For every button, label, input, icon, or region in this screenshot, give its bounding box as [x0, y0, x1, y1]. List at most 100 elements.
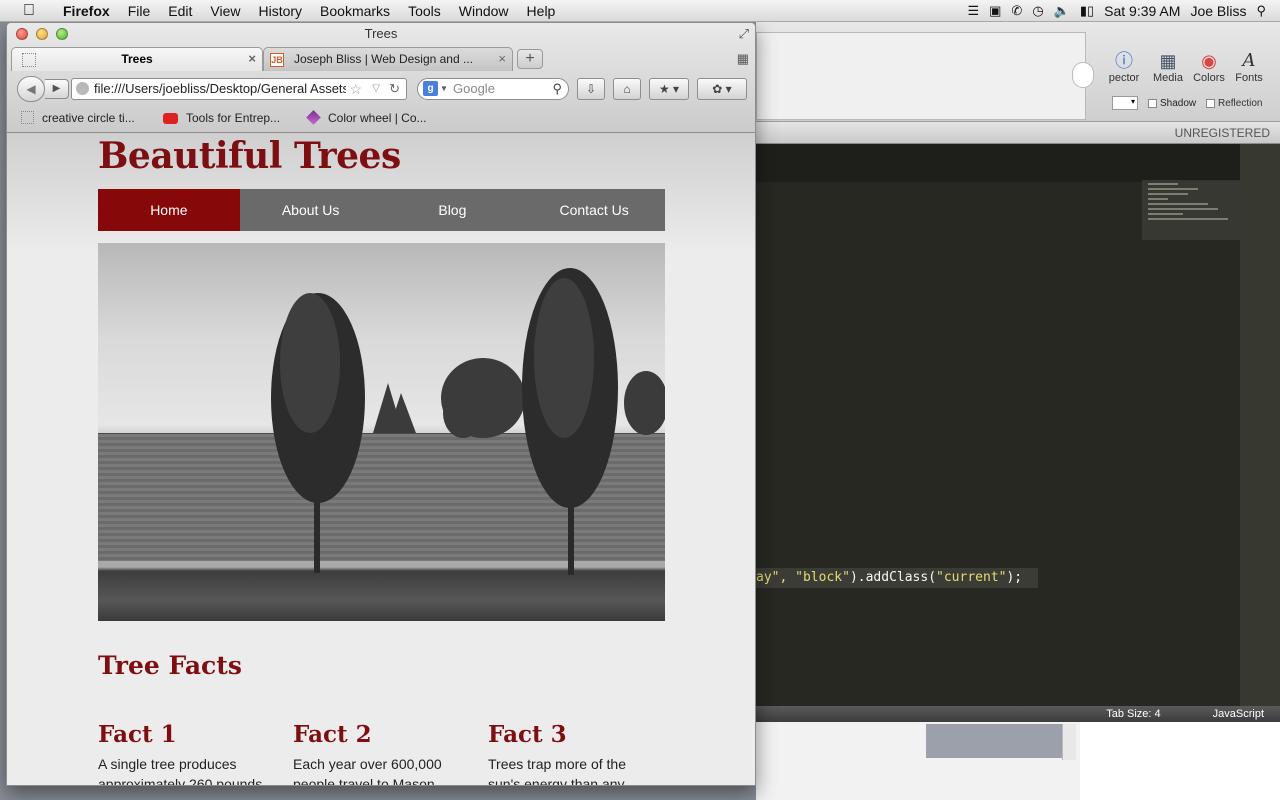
background-scrollbar[interactable] [1062, 724, 1076, 760]
background-select[interactable]: ▾ [1112, 96, 1138, 110]
code-line[interactable]: ay", "block").addClass("current"); [756, 568, 1038, 588]
tab-size-indicator[interactable]: Tab Size: 4 [1106, 706, 1160, 722]
firefox-window: Trees ⤢ Trees × JB Joseph Bliss | Web De… [6, 22, 756, 786]
menu-edit[interactable]: Edit [159, 3, 201, 19]
new-tab-button[interactable]: + [517, 49, 543, 69]
youtube-icon [163, 113, 178, 124]
editor-minimap[interactable] [1142, 180, 1240, 240]
extension-button[interactable]: ✿ ▾ [697, 78, 747, 100]
menu-help[interactable]: Help [518, 3, 565, 19]
bookmark-tools-for-entrepreneurs[interactable]: Tools for Entrep... [163, 110, 280, 126]
menu-tools[interactable]: Tools [399, 3, 450, 19]
back-forward-group: ◀ ▶ [17, 76, 69, 102]
fact-text: Trees trap more of the sun's energy than… [488, 756, 626, 786]
nav-about-us[interactable]: About Us [240, 189, 382, 231]
media-tool[interactable]: ▦ Media [1146, 50, 1190, 84]
apple-menu-icon[interactable]:  [18, 2, 40, 20]
fact-title: Fact 2 [293, 721, 372, 748]
reload-icon[interactable]: ↻ [389, 79, 400, 99]
nav-contact-us[interactable]: Contact Us [523, 189, 665, 231]
menu-window[interactable]: Window [450, 3, 518, 19]
bookmark-label: creative circle ti... [42, 111, 135, 125]
close-tab-icon[interactable]: × [498, 48, 506, 70]
url-bar[interactable]: file:///Users/joebliss/Desktop/General A… [71, 78, 407, 100]
tree-crown [280, 293, 340, 433]
user-name[interactable]: Joe Bliss [1190, 3, 1246, 19]
menu-bookmarks[interactable]: Bookmarks [311, 3, 399, 19]
unregistered-label: UNREGISTERED [1174, 126, 1270, 140]
reflection-checkbox-box[interactable] [1206, 99, 1215, 108]
forward-button[interactable]: ▶ [45, 79, 69, 99]
tab-label: Joseph Bliss | Web Design and ... [294, 52, 473, 66]
reflection-checkbox[interactable]: Reflection [1206, 98, 1262, 109]
menu-history[interactable]: History [249, 3, 311, 19]
wifi-icon[interactable]: ☰ [967, 3, 979, 19]
tree-crown [534, 278, 594, 438]
nav-blog[interactable]: Blog [382, 189, 524, 231]
menu-app-name[interactable]: Firefox [54, 3, 119, 19]
bookmark-creative-circle[interactable]: creative circle ti... [21, 110, 135, 126]
info-icon: ⓘ [1115, 51, 1133, 71]
bookmarks-toolbar: creative circle ti... Tools for Entrep..… [7, 107, 755, 129]
phone-icon[interactable]: ✆ [1011, 3, 1022, 19]
display-icon[interactable]: ▣ [989, 3, 1001, 19]
google-icon[interactable]: g [423, 81, 438, 96]
shadow-checkbox-box[interactable] [1148, 99, 1157, 108]
shadow-checkbox[interactable]: Shadow [1148, 98, 1196, 109]
nav-home[interactable]: Home [98, 189, 240, 231]
search-icon[interactable]: ⚲ [552, 79, 562, 99]
blank-favicon-icon [21, 111, 34, 124]
bookmarks-button[interactable]: ★ ▾ [649, 78, 689, 100]
inspector-tool[interactable]: ⓘ pector [1102, 50, 1146, 84]
close-window-button[interactable] [16, 28, 28, 40]
fact-text: Each year over 600,000 people travel to … [293, 756, 442, 786]
spotlight-search-icon[interactable]: ⚲ [1256, 3, 1266, 19]
volume-icon[interactable]: 🔈 [1054, 3, 1070, 19]
tab-label: Trees [121, 52, 153, 66]
bookmark-color-wheel[interactable]: Color wheel | Co... [306, 110, 427, 126]
menu-view[interactable]: View [201, 3, 249, 19]
media-label: Media [1153, 72, 1183, 84]
bookmark-label: Color wheel | Co... [328, 111, 427, 125]
zoom-window-button[interactable] [56, 28, 68, 40]
background-search-field[interactable] [1072, 62, 1094, 88]
battery-icon[interactable]: ▮▯ [1080, 3, 1094, 19]
web-page: Beautiful Trees Home About Us Blog Conta… [7, 133, 755, 786]
url-history-dropdown-icon[interactable]: ▽ [372, 79, 380, 99]
background-white-area [1080, 722, 1280, 800]
downloads-button[interactable]: ⇩ [577, 78, 605, 100]
search-bar[interactable]: g ▼ Google ⚲ [417, 78, 569, 100]
editor-status-bar: Tab Size: 4 JavaScript [756, 706, 1280, 722]
tab-groups-icon[interactable]: ▦ [737, 51, 749, 67]
search-engine-dropdown-icon[interactable]: ▼ [440, 79, 448, 99]
fonts-icon: A [1242, 50, 1256, 71]
site-title: Beautiful Trees [98, 135, 401, 177]
tab-joseph-bliss[interactable]: JB Joseph Bliss | Web Design and ... × [263, 47, 513, 71]
globe-icon [76, 82, 89, 95]
menu-file[interactable]: File [119, 3, 160, 19]
trees-illustration [271, 268, 665, 575]
fact-card: Fact 2 Each year over 600,000 people tra… [293, 721, 463, 786]
syntax-indicator[interactable]: JavaScript [1213, 706, 1264, 722]
minimize-window-button[interactable] [36, 28, 48, 40]
distant-tree [443, 388, 483, 438]
color-wheel-favicon-icon [306, 110, 321, 125]
home-button[interactable]: ⌂ [613, 78, 641, 100]
browser-chrome: Trees ⤢ Trees × JB Joseph Bliss | Web De… [7, 23, 755, 133]
hero-image [98, 243, 665, 621]
code-end: ); [1006, 570, 1023, 585]
bookmark-star-icon[interactable]: ☆ [346, 79, 362, 99]
back-button[interactable]: ◀ [17, 76, 45, 102]
editor-titlebar: UNREGISTERED [756, 122, 1280, 144]
fonts-tool[interactable]: A Fonts [1227, 50, 1271, 84]
close-tab-icon[interactable]: × [248, 48, 256, 70]
media-icon: ▦ [1159, 51, 1177, 71]
clock[interactable]: Sat 9:39 AM [1104, 3, 1180, 19]
tab-trees[interactable]: Trees × [11, 47, 263, 71]
background-pane [756, 32, 1086, 120]
code-string-current: "current" [936, 570, 1007, 585]
editor-scrollbar[interactable] [1240, 144, 1280, 706]
colors-tool[interactable]: ◉ Colors [1187, 50, 1231, 84]
fullscreen-icon[interactable]: ⤢ [739, 26, 749, 42]
time-machine-icon[interactable]: ◷ [1032, 3, 1043, 19]
